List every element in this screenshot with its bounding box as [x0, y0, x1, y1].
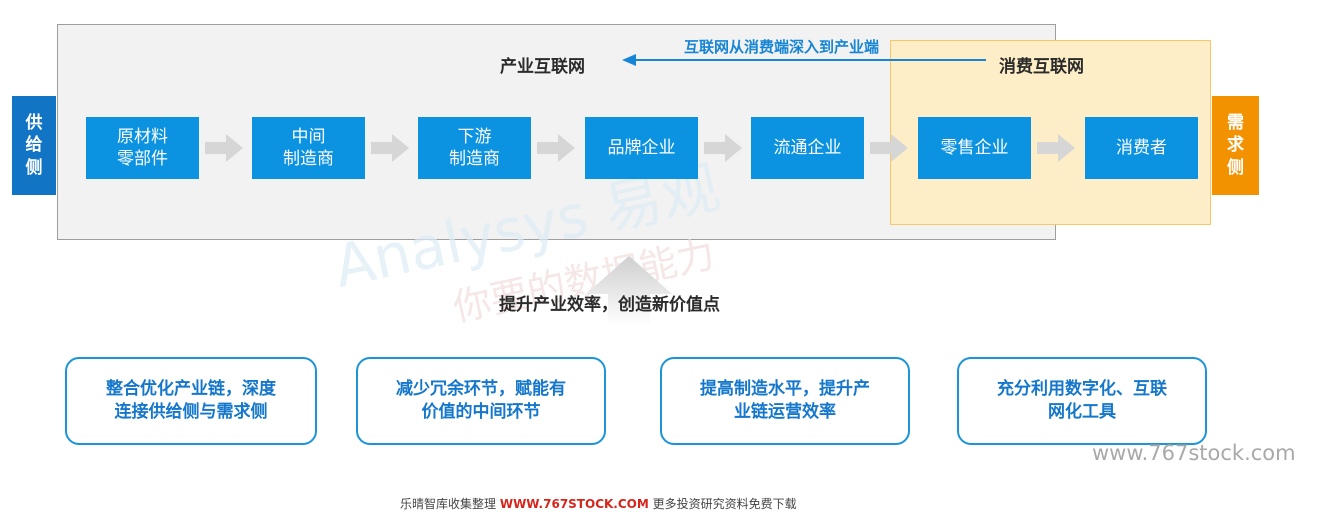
flow-arrow-icon [1037, 134, 1075, 162]
industrial-internet-label: 产业互联网 [500, 57, 585, 77]
goal-integrate-chain: 整合优化产业链，深度 连接供给侧与需求侧 [65, 357, 317, 445]
goal-reduce-redundancy: 减少冗余环节，赋能有 价值的中间环节 [356, 357, 606, 445]
site-watermark: www.767stock.com [1092, 441, 1296, 465]
flow-arrow-icon [371, 134, 409, 162]
flow-arrow-icon [537, 134, 575, 162]
goal-improve-manufacturing: 提高制造水平，提升产 业链运营效率 [660, 357, 910, 445]
center-caption: 提升产业效率，创造新价值点 [499, 295, 720, 315]
flow-arrow-icon [205, 134, 243, 162]
consumer-internet-label: 消费互联网 [999, 57, 1084, 77]
flow-arrows [205, 134, 1075, 162]
flow-arrow-icon [704, 134, 742, 162]
shift-arrow-icon [622, 54, 986, 66]
flow-arrow-icon [870, 134, 908, 162]
goal-digital-tools: 充分利用数字化、互联 网化工具 [957, 357, 1207, 445]
footer-note: 乐晴智库收集整理 WWW.767STOCK.COM 更多投资研究资料免费下载 [400, 497, 797, 511]
